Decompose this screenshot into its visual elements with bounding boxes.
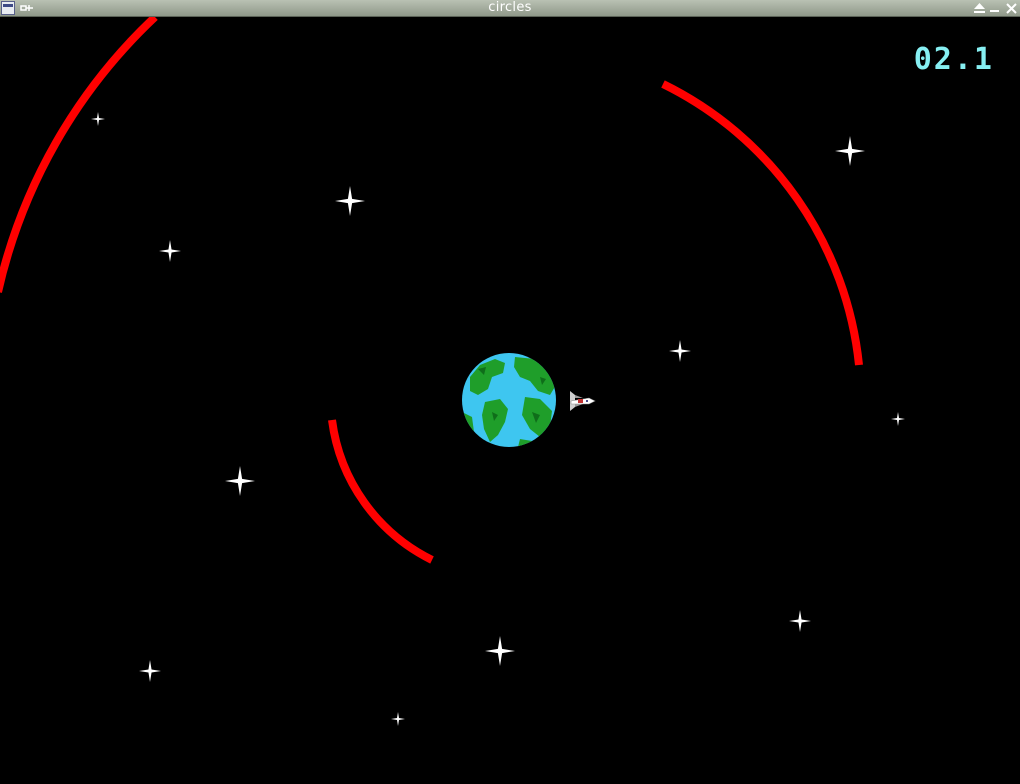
app-window: circles 02.1 (0, 0, 1020, 784)
star-icon (891, 412, 905, 426)
window-title: circles (488, 0, 532, 15)
minimize-icon[interactable] (988, 1, 1000, 15)
star-icon (391, 712, 405, 726)
star-icon (835, 136, 865, 166)
star-icon (139, 660, 161, 682)
star-icon (669, 340, 691, 362)
star-icon (485, 636, 515, 666)
shade-icon[interactable] (973, 1, 985, 15)
star-icon (789, 610, 811, 632)
title-bar[interactable]: circles (0, 0, 1020, 17)
close-icon[interactable] (1004, 1, 1018, 15)
earth-icon (462, 353, 556, 447)
space-shuttle-icon (570, 391, 596, 411)
ring-inner-arc (328, 419, 434, 564)
star-icon (159, 240, 181, 262)
star-icon (335, 186, 365, 216)
ring-outer-arc (0, 17, 158, 293)
game-scene (0, 17, 905, 726)
star-icon (225, 466, 255, 496)
star-icon (91, 112, 105, 126)
timer-display: 02.1 (913, 42, 994, 77)
game-canvas[interactable]: 02.1 (0, 17, 1020, 784)
ring-middle-arc (661, 80, 863, 366)
